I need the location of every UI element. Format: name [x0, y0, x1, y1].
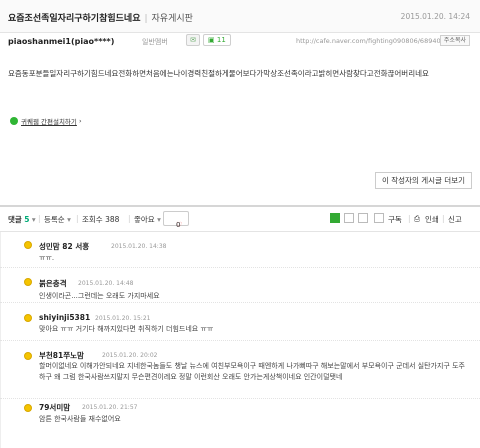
comment-label: 댓글: [8, 215, 22, 224]
member-level: 일반멤버: [142, 38, 168, 46]
share-icon[interactable]: [344, 213, 354, 223]
comment-item: 붉은충격 2015.01.20. 14:48 인생이라곤...그런데는 오래도 …: [0, 267, 480, 303]
avatar: [24, 278, 32, 286]
chevron-down-icon: ▾: [157, 215, 161, 224]
views-label: 조회수: [82, 215, 103, 224]
comment-item: 성민맘 82 서흥 2015.01.20. 14:38 ㅠㅠ.: [0, 232, 480, 268]
post-title: 요즘조선족일자리구하기참힘드네요 | 자유게시판: [8, 14, 193, 24]
comment-nick[interactable]: 붉은충격: [39, 278, 67, 289]
action-bar: 댓글 5 ▾ | 등록순 ▾ | 조회수 388 | 좋아요 ▾ ♡ 0 구독 …: [0, 205, 480, 232]
author-name[interactable]: piaoshanmei1(piao****): [8, 37, 114, 46]
divider: |: [442, 214, 445, 223]
divider: |: [128, 214, 131, 223]
avatar: [24, 352, 32, 360]
report-button[interactable]: 신고: [448, 214, 462, 225]
like-label-text: 좋아요: [134, 215, 155, 224]
comment-nick[interactable]: shiyinji5381: [39, 313, 90, 322]
sort-label: 등록순: [44, 215, 65, 224]
post-date: 2015.01.20. 14:24: [400, 12, 470, 21]
divider: |: [76, 214, 79, 223]
comment-item: 79서미맘 2015.01.20. 21:57 암튼 한국사람들 재수없어요: [0, 398, 480, 433]
more-posts-button[interactable]: 이 작성자의 게시글 더보기: [374, 172, 472, 189]
gi-icon: [10, 117, 18, 125]
comment-nick[interactable]: 부천81쭈노맘: [39, 350, 84, 361]
comment-text: 할머이없네요 이해가안되네요 지네한국놈들도 챙날 뉴스에 여친부모욕이구 때엔…: [39, 362, 465, 381]
post-title-text: 요즘조선족일자리구하기참힘드네요: [8, 14, 141, 24]
comment-nick[interactable]: 79서미맘: [39, 402, 70, 413]
comment-item: shiyinji5381 2015.01.20. 15:21 맞아요 ㅠㅠ 거기…: [0, 302, 480, 341]
comment-date: 2015.01.20. 15:21: [95, 315, 151, 322]
arrow-icon: ›: [78, 117, 82, 125]
comment-date: 2015.01.20. 21:57: [82, 404, 138, 411]
divider: |: [38, 214, 41, 223]
subscribe-button[interactable]: 구독: [388, 214, 402, 225]
share-icon[interactable]: [358, 213, 368, 223]
comment-text: 인생이라곤...그런데는 오래도 가지마세요: [39, 292, 160, 300]
comment-count-value: 11: [216, 36, 226, 44]
chevron-down-icon: ▾: [67, 215, 71, 224]
chevron-down-icon: ▾: [31, 215, 36, 224]
like-label: 좋아요 ▾: [134, 214, 161, 225]
comment-nick[interactable]: 성민맘 82 서흥: [39, 241, 89, 252]
views: 조회수 388: [82, 214, 119, 225]
comment-count: 5: [24, 215, 30, 224]
print-button[interactable]: 인쇄: [425, 214, 439, 225]
comment-item: 부천81쭈노맘 2015.01.20. 20:02 할머이없네요 이해가안되네요…: [0, 340, 480, 399]
comment-date: 2015.01.20. 14:38: [111, 243, 167, 250]
subscribe-icon[interactable]: [374, 213, 384, 223]
comment-text: 맞아요 ㅠㅠ 거기다 해까지있다면 취직하기 더힘드네요 ㅠㅠ: [39, 325, 214, 333]
views-count: 388: [105, 215, 120, 224]
comment-toggle[interactable]: 댓글 5 ▾: [8, 214, 36, 225]
comment-text: 암튼 한국사람들 재수없어요: [39, 415, 121, 423]
comment-count-badge[interactable]: ▣ 11: [203, 34, 231, 46]
comment-text: ㅠㅠ.: [39, 254, 55, 262]
avatar: [24, 241, 32, 249]
copy-url-button[interactable]: 주소복사: [439, 35, 470, 46]
post-body: 요즘동포분들일자리구하기힘드네요전화하면처음에는나이경력친절하게물어보다가막상조…: [8, 69, 429, 78]
sort-dropdown[interactable]: 등록순 ▾: [44, 214, 71, 225]
post-url[interactable]: http://cafe.naver.com/fighting090806/689…: [296, 37, 441, 45]
divider: |: [408, 214, 411, 223]
gi-install-link[interactable]: 귀퀘웹 간편설치하기 ›: [10, 116, 82, 126]
mail-icon[interactable]: ✉: [186, 34, 200, 46]
like-button[interactable]: ♡ 0: [163, 211, 189, 229]
print-icon[interactable]: ⎙: [414, 214, 420, 224]
board-link[interactable]: 자유게시판: [152, 14, 193, 24]
avatar: [24, 314, 32, 322]
like-count: 0: [176, 221, 181, 229]
share-icon[interactable]: [330, 213, 340, 223]
comment-date: 2015.01.20. 20:02: [102, 352, 158, 359]
comment-date: 2015.01.20. 14:48: [78, 280, 134, 287]
avatar: [24, 404, 32, 412]
comment-icon: ▣: [208, 36, 215, 44]
gi-install-label: 귀퀘웹 간편설치하기: [21, 118, 77, 126]
